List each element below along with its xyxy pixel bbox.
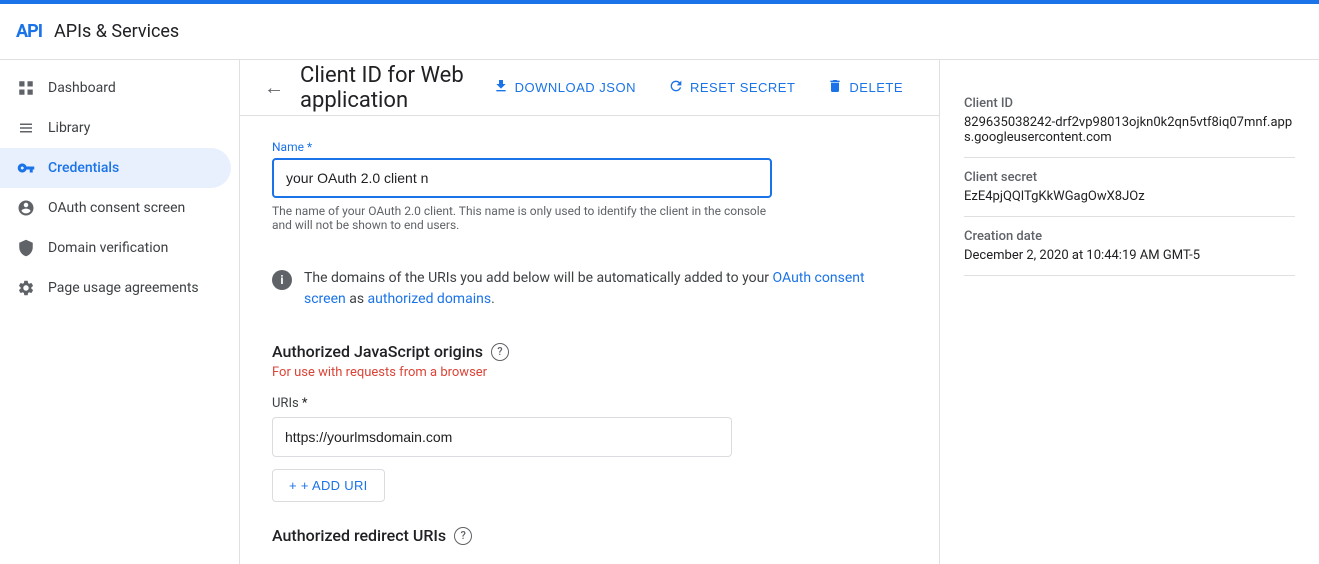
client-id-label: Client ID — [964, 96, 1295, 111]
client-secret-value: EzE4pjQQlTgKkWGagOwX8JOz — [964, 189, 1295, 204]
authorized-domains-link[interactable]: authorized domains — [368, 291, 492, 307]
download-icon — [493, 78, 509, 97]
delete-button[interactable]: DELETE — [815, 70, 915, 105]
download-json-label: DOWNLOAD JSON — [515, 80, 636, 95]
settings-icon — [16, 278, 36, 298]
info-text-2: as — [346, 291, 368, 307]
back-button[interactable]: ← — [264, 75, 284, 100]
js-origins-title: Authorized JavaScript origins ? — [272, 342, 907, 361]
js-origins-subtitle: For use with requests from a browser — [272, 365, 907, 380]
client-secret-row: Client secret EzE4pjQQlTgKkWGagOwX8JOz — [964, 158, 1295, 217]
info-text-1: The domains of the URIs you add below wi… — [304, 270, 773, 286]
name-hint: The name of your OAuth 2.0 client. This … — [272, 204, 772, 232]
page-title: Client ID for Web application — [300, 63, 481, 113]
creation-date-value: December 2, 2020 at 10:44:19 AM GMT-5 — [964, 248, 1295, 263]
client-id-row: Client ID 829635038242-drf2vp98013ojkn0k… — [964, 84, 1295, 158]
js-origins-help-icon[interactable]: ? — [491, 343, 509, 361]
redirect-title-text: Authorized redirect URIs — [272, 526, 446, 545]
sidebar-item-domain-verification[interactable]: Domain verification — [0, 228, 231, 268]
download-json-button[interactable]: DOWNLOAD JSON — [481, 70, 648, 105]
sidebar-label-library: Library — [48, 120, 90, 136]
content-area: Name * The name of your OAuth 2.0 client… — [240, 116, 939, 564]
client-secret-label: Client secret — [964, 170, 1295, 185]
app-title: APIs & Services — [54, 21, 179, 42]
name-label: Name * — [272, 140, 907, 154]
redirect-help-icon[interactable]: ? — [454, 527, 472, 545]
sidebar-label-credentials: Credentials — [48, 160, 119, 176]
header-actions: DOWNLOAD JSON RESET SECRET DELETE — [481, 70, 915, 105]
js-origins-title-text: Authorized JavaScript origins — [272, 342, 483, 361]
sidebar-label-page-usage: Page usage agreements — [48, 280, 199, 296]
uris-label-text: URIs * — [272, 396, 308, 411]
form-section: Name * The name of your OAuth 2.0 client… — [240, 116, 939, 564]
add-uri-label: + ADD URI — [301, 478, 368, 493]
sidebar-item-page-usage[interactable]: Page usage agreements — [0, 268, 231, 308]
reset-secret-label: RESET SECRET — [690, 80, 795, 95]
info-circle-icon: i — [272, 270, 292, 290]
add-uri-plus-icon: + — [289, 478, 297, 493]
bars-icon — [16, 118, 36, 138]
creation-date-label: Creation date — [964, 229, 1295, 244]
sidebar-label-dashboard: Dashboard — [48, 80, 116, 96]
add-uri-button[interactable]: + + ADD URI — [272, 469, 385, 502]
uri-input[interactable] — [272, 417, 732, 457]
sidebar-label-oauth: OAuth consent screen — [48, 200, 185, 216]
info-text-3: . — [491, 291, 495, 307]
name-input[interactable] — [272, 158, 772, 198]
sidebar-item-oauth-consent[interactable]: OAuth consent screen — [0, 188, 231, 228]
info-panel: Client ID 829635038242-drf2vp98013ojkn0k… — [939, 60, 1319, 564]
content-header: ← Client ID for Web application DOWNLOAD… — [240, 60, 939, 116]
delete-icon — [827, 78, 843, 97]
sidebar-label-domain: Domain verification — [48, 240, 168, 256]
delete-label: DELETE — [849, 80, 903, 95]
shield-icon — [16, 238, 36, 258]
reset-icon — [668, 78, 684, 97]
api-logo: API — [16, 21, 42, 42]
name-field-group: Name * The name of your OAuth 2.0 client… — [272, 140, 907, 232]
sidebar-item-library[interactable]: Library — [0, 108, 231, 148]
redirect-title: Authorized redirect URIs ? — [272, 526, 907, 545]
grid-icon — [16, 78, 36, 98]
reset-secret-button[interactable]: RESET SECRET — [656, 70, 807, 105]
person-icon — [16, 198, 36, 218]
redirect-section: Authorized redirect URIs ? — [272, 526, 907, 545]
client-id-value: 829635038242-drf2vp98013ojkn0k2qn5vtf8iq… — [964, 115, 1295, 145]
sidebar: Dashboard Library Credentials — [0, 60, 240, 564]
key-icon — [16, 158, 36, 178]
creation-date-row: Creation date December 2, 2020 at 10:44:… — [964, 217, 1295, 276]
sidebar-item-credentials[interactable]: Credentials — [0, 148, 231, 188]
sidebar-item-dashboard[interactable]: Dashboard — [0, 68, 231, 108]
info-banner-text: The domains of the URIs you add below wi… — [304, 268, 907, 310]
uris-label: URIs * — [272, 396, 907, 411]
info-banner: i The domains of the URIs you add below … — [272, 252, 907, 326]
